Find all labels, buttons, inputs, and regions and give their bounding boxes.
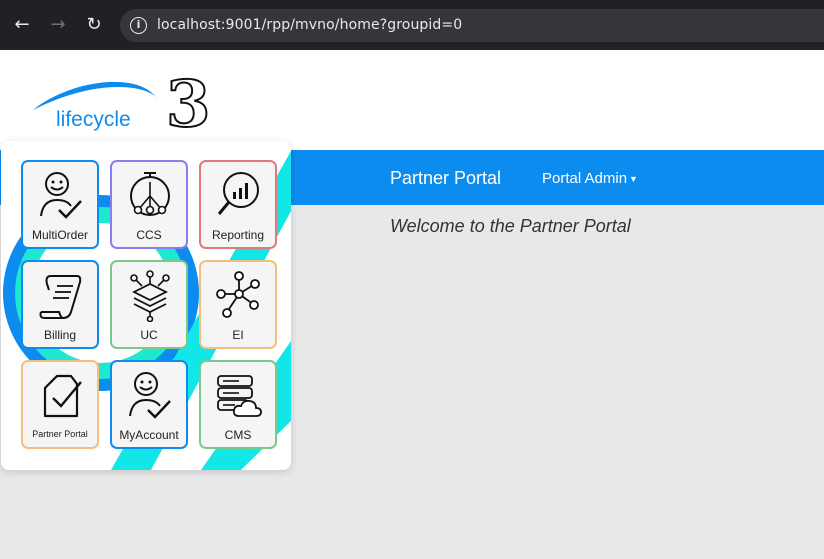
node-graph-icon [216,271,260,318]
info-icon[interactable]: i [130,17,147,34]
app-label: CCS [136,228,162,242]
app-label: Reporting [211,228,265,242]
person-check-icon [40,172,82,219]
document-check-icon [43,374,82,418]
portal-admin-label: Portal Admin [542,170,628,187]
app-tile-ei[interactable]: EI [199,260,277,349]
app-tile-billing[interactable]: Billing [21,260,99,349]
forward-arrow-icon[interactable]: → [46,13,70,37]
welcome-text: Welcome to the Partner Portal [390,216,631,236]
url-text[interactable]: localhost:9001/rpp/mvno/home?groupid=0 [157,17,462,33]
browser-toolbar: ← → ↻ i localhost:9001/rpp/mvno/home?gro… [0,0,824,50]
address-bar[interactable]: i localhost:9001/rpp/mvno/home?groupid=0 [120,9,824,42]
person-check-icon [129,372,171,419]
app-tile-myaccount[interactable]: MyAccount [110,360,188,449]
app-label: Partner Portal [32,429,88,439]
app-label: EI [232,328,244,342]
lifecycle-logo[interactable]: lifecycle 3 [30,70,220,132]
app-tile-multiorder[interactable]: MultiOrder [21,160,99,249]
three-logo-mark: 3 [166,70,211,132]
app-tile-reporting[interactable]: Reporting [199,160,277,249]
magnifier-chart-icon [217,172,259,215]
navbar-brand[interactable]: Partner Portal [390,168,501,189]
app-label: MyAccount [119,428,179,442]
app-launcher-panel: MultiOrder CCS Reporting Billing UC EI P… [1,141,291,470]
app-tile-partner-portal[interactable]: Partner Portal [21,360,99,449]
server-cloud-icon [217,375,262,417]
app-label: UC [140,328,158,342]
app-label: Billing [43,328,76,342]
app-tile-ccs[interactable]: CCS [110,160,188,249]
app-label: CMS [224,428,252,442]
back-arrow-icon[interactable]: ← [10,13,34,37]
logo-text: lifecycle [56,108,131,131]
stopwatch-network-icon [130,172,170,216]
portal-admin-menu[interactable]: Portal Admin ▼ [542,170,638,187]
app-label: MultiOrder [31,228,88,242]
reload-icon[interactable]: ↻ [82,13,106,37]
scroll-icon [39,275,82,319]
app-tile-uc[interactable]: UC [110,260,188,349]
layers-network-icon [130,270,170,322]
caret-down-icon: ▼ [629,174,638,185]
app-tile-cms[interactable]: CMS [199,360,277,449]
